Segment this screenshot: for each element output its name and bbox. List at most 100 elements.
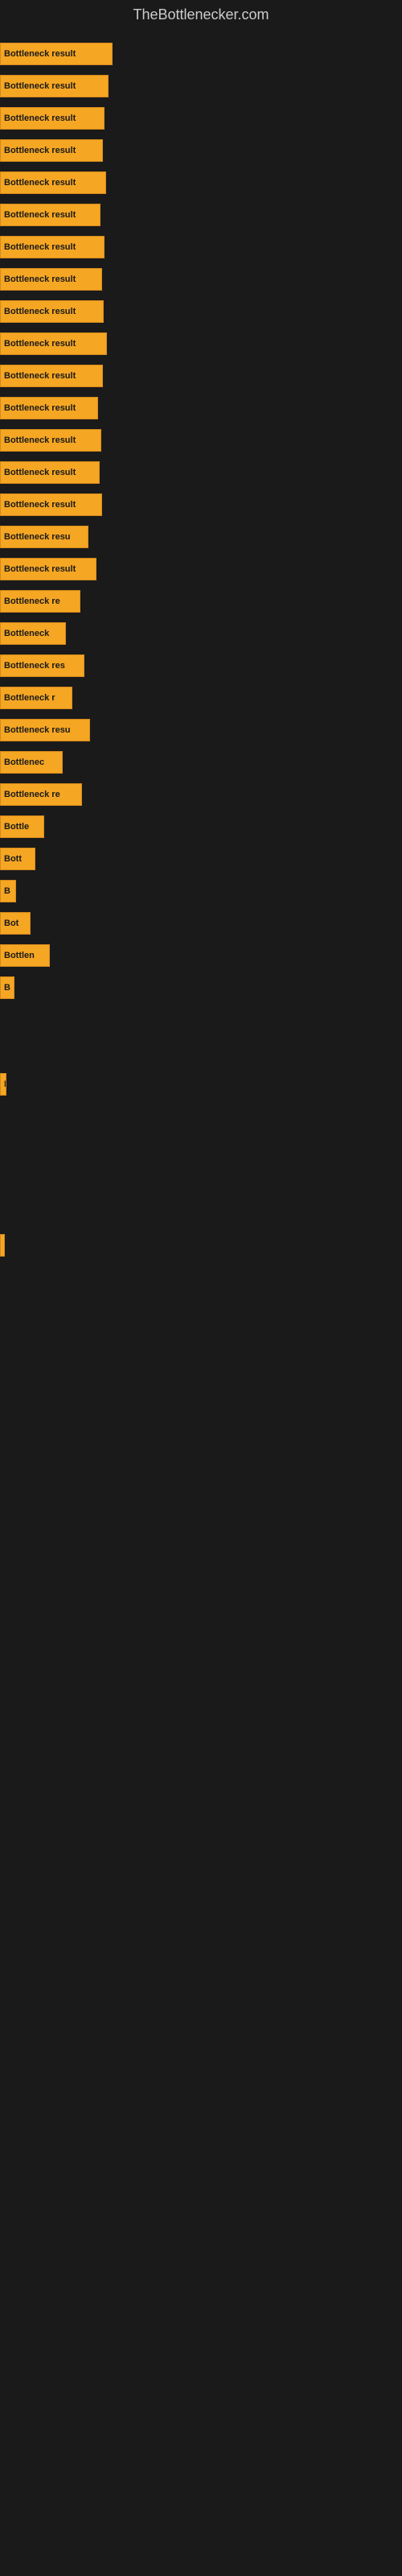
bottleneck-bar[interactable]: Bottleneck result (0, 332, 107, 355)
bar-label: Bottleneck result (4, 146, 76, 155)
bar-row: Bottleneck result (0, 553, 402, 585)
bar-row: B (0, 875, 402, 907)
bar-label: Bott (4, 854, 22, 864)
bars-container: Bottleneck result Bottleneck result Bottle… (0, 30, 402, 1269)
bottleneck-bar[interactable]: Bottleneck result (0, 268, 102, 291)
bar-label: Bottleneck resu (4, 725, 71, 735)
bottleneck-bar[interactable]: Bottleneck re (0, 783, 82, 806)
bottleneck-bar[interactable]: Bottleneck result (0, 204, 100, 226)
bottleneck-bar[interactable]: Bottleneck result (0, 171, 106, 194)
bar-label: Bottleneck result (4, 468, 76, 477)
bar-row (0, 1133, 402, 1165)
bar-row: I (0, 1068, 402, 1100)
bar-row: Bottlen (0, 939, 402, 972)
bar-label: Bottleneck result (4, 436, 76, 445)
bar-row: Bottleneck result (0, 102, 402, 134)
bar-label: Bottleneck result (4, 275, 76, 284)
bottleneck-bar[interactable]: Bottlenec (0, 751, 63, 774)
bottleneck-bar[interactable]: Bottleneck result (0, 236, 105, 258)
bar-row (0, 1036, 402, 1068)
bottleneck-bar[interactable]: Bottleneck resu (0, 719, 90, 741)
bar-row: Bottleneck resu (0, 714, 402, 746)
bar-label: B (4, 983, 10, 993)
bottleneck-bar[interactable]: Bottleneck result (0, 429, 101, 452)
bar-row: Bottleneck result (0, 231, 402, 263)
bar-row (0, 1197, 402, 1229)
bottleneck-bar[interactable]: Bottleneck result (0, 558, 96, 580)
bottleneck-bar[interactable]: I (0, 1073, 6, 1096)
bottleneck-bar[interactable]: Bottleneck resu (0, 526, 88, 548)
bottleneck-bar[interactable]: Bottleneck result (0, 75, 109, 97)
bar-row: Bottleneck re (0, 778, 402, 811)
bar-label: Bot (4, 919, 18, 928)
bar-label: Bottleneck r (4, 693, 55, 703)
bottleneck-bar[interactable]: Bottleneck r (0, 687, 72, 709)
bottleneck-bar[interactable]: Bottleneck res (0, 654, 84, 677)
bottleneck-bar[interactable]: Bottleneck result (0, 107, 105, 130)
bar-row: Bottlenec (0, 746, 402, 778)
bottleneck-bar[interactable]: Bottle (0, 815, 44, 838)
bar-row: Bottleneck result (0, 328, 402, 360)
bottleneck-bar[interactable] (0, 1234, 5, 1257)
bar-label: Bottleneck re (4, 597, 60, 606)
bar-row: Bottleneck result (0, 456, 402, 489)
bar-label: Bottleneck result (4, 371, 76, 381)
bar-label: Bottlen (4, 951, 35, 960)
bar-row: Bottleneck result (0, 392, 402, 424)
bar-row: Bottleneck result (0, 134, 402, 167)
bottleneck-bar[interactable]: B (0, 880, 16, 902)
bar-label: Bottleneck result (4, 242, 76, 252)
site-header: TheBottlenecker.com (0, 0, 402, 30)
bar-row: Bottleneck result (0, 424, 402, 456)
bottleneck-bar[interactable]: Bottleneck result (0, 365, 103, 387)
bar-row: Bottleneck result (0, 167, 402, 199)
bar-row: Bottle (0, 811, 402, 843)
bar-row: Bottleneck result (0, 295, 402, 328)
bar-label: I (4, 1080, 6, 1089)
bar-label: Bottleneck re (4, 790, 60, 799)
bar-label: Bottleneck result (4, 307, 76, 316)
bottleneck-bar[interactable]: B (0, 976, 14, 999)
bottleneck-bar[interactable]: Bottlen (0, 944, 50, 967)
bar-label: Bottleneck resu (4, 532, 71, 542)
bottleneck-bar[interactable]: Bot (0, 912, 31, 935)
bar-row: Bottleneck result (0, 263, 402, 295)
bar-row: Bottleneck result (0, 70, 402, 102)
bar-row: Bottleneck result (0, 199, 402, 231)
bar-label: Bottle (4, 822, 29, 832)
bar-label: Bottleneck result (4, 403, 76, 413)
bottleneck-bar[interactable]: Bottleneck result (0, 461, 100, 484)
bar-row (0, 1165, 402, 1197)
bar-row: Bottleneck result (0, 38, 402, 70)
bar-row: Bottleneck resu (0, 521, 402, 553)
bottleneck-bar[interactable]: Bottleneck re (0, 590, 80, 613)
bar-row: Bottleneck result (0, 360, 402, 392)
bottleneck-bar[interactable]: Bottleneck result (0, 300, 104, 323)
bar-label: Bottleneck result (4, 210, 76, 220)
bottleneck-bar[interactable]: Bottleneck result (0, 493, 102, 516)
bar-row: Bot (0, 907, 402, 939)
bar-label: Bottleneck result (4, 49, 76, 59)
bar-row: Bottleneck result (0, 489, 402, 521)
bottleneck-bar[interactable]: Bottleneck result (0, 139, 103, 162)
bar-row: Bottleneck re (0, 585, 402, 617)
bottleneck-bar[interactable]: Bott (0, 848, 35, 870)
bar-row: Bottleneck res (0, 650, 402, 682)
bar-row (0, 1100, 402, 1133)
bar-label: Bottleneck res (4, 661, 65, 671)
bar-label: B (4, 886, 10, 896)
bar-row: Bott (0, 843, 402, 875)
bar-label: Bottleneck result (4, 178, 76, 188)
bottleneck-bar[interactable]: Bottleneck result (0, 43, 113, 65)
bar-row: Bottleneck r (0, 682, 402, 714)
bar-label: Bottleneck result (4, 500, 76, 510)
bar-label: Bottleneck result (4, 339, 76, 349)
bar-row: Bottleneck (0, 617, 402, 650)
bar-label: Bottleneck (4, 629, 49, 638)
bar-row (0, 1004, 402, 1036)
site-title: TheBottlenecker.com (0, 0, 402, 30)
bar-row: B (0, 972, 402, 1004)
bottleneck-bar[interactable]: Bottleneck (0, 622, 66, 645)
bottleneck-bar[interactable]: Bottleneck result (0, 397, 98, 419)
bar-label: Bottleneck result (4, 81, 76, 91)
